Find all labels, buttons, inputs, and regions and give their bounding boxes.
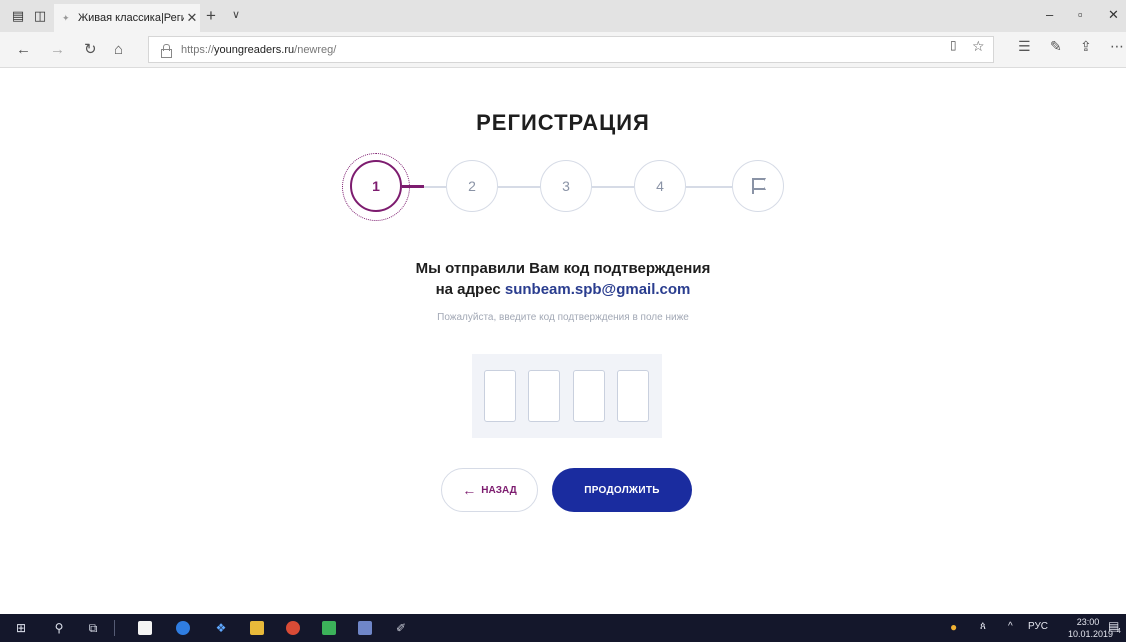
amazon-app-icon[interactable]: [136, 619, 154, 637]
continue-button[interactable]: ПРОДОЛЖИТЬ: [552, 468, 692, 512]
windows-taskbar: ⊞ ⚲ ⧉ ❖ ✐ ● ጰ ^ РУС 23:00 10.01.2019 ▤ 4: [0, 614, 1126, 642]
dropbox-icon[interactable]: ❖: [212, 619, 230, 637]
more-menu-icon[interactable]: ⋯: [1110, 38, 1124, 55]
favorite-star-icon[interactable]: ☆: [972, 38, 985, 55]
web-notes-icon[interactable]: ✎: [1050, 38, 1062, 55]
set-aside-tabs-icon[interactable]: ◫: [32, 8, 48, 24]
browser-tab-active[interactable]: ✦ Живая классика|Регист ✕: [54, 4, 200, 32]
code-digit-3[interactable]: [573, 370, 605, 422]
windows-start-icon[interactable]: ⊞: [12, 619, 30, 637]
code-digit-4[interactable]: [617, 370, 649, 422]
file-explorer-icon[interactable]: [248, 619, 266, 637]
site-favicon-icon: ✦: [62, 13, 70, 23]
flag-icon: [751, 178, 765, 194]
step-4: 4: [634, 160, 686, 212]
forward-arrow-icon[interactable]: →: [50, 41, 65, 59]
email-address: sunbeam.spb@gmail.com: [504, 281, 691, 298]
registration-stepper: 1 2 3 4: [0, 153, 1126, 224]
search-icon[interactable]: ⚲: [50, 619, 68, 637]
step-connector: [498, 186, 540, 188]
chrome-icon[interactable]: [284, 619, 302, 637]
task-view-icon[interactable]: ⧉: [84, 619, 102, 637]
url-scheme: https://: [181, 43, 215, 56]
tray-chevron-up-icon[interactable]: ^: [1008, 621, 1013, 632]
step-finish: [732, 160, 784, 212]
step-connector: [424, 186, 446, 188]
back-arrow-icon[interactable]: ←: [16, 41, 31, 59]
step-connector: [686, 186, 732, 188]
code-digit-2[interactable]: [528, 370, 560, 422]
step-2: 2: [446, 160, 498, 212]
tab-list-chevron-icon[interactable]: ∨: [232, 8, 240, 21]
message-line-2: на адрес sunbeam.spb@gmail.com: [0, 279, 1126, 300]
maximize-icon[interactable]: ▫: [1078, 7, 1083, 22]
home-icon[interactable]: ⌂: [114, 41, 123, 59]
back-button-label: НАЗАД: [481, 484, 517, 496]
green-app-icon[interactable]: [320, 619, 338, 637]
message-prefix: на адрес: [435, 281, 505, 298]
page-title: РЕГИСТРАЦИЯ: [476, 110, 650, 135]
url-host: youngreaders.ru: [214, 43, 295, 56]
code-hint: Пожалуйста, введите код подтверждения в …: [437, 312, 689, 323]
tab-sets-icon[interactable]: ▤: [10, 8, 26, 24]
url-path: /newreg/: [294, 43, 337, 56]
left-arrow-icon: ←: [462, 482, 477, 498]
continue-button-label: ПРОДОЛЖИТЬ: [584, 484, 660, 496]
step-3: 3: [540, 160, 592, 212]
new-tab-icon[interactable]: +: [206, 6, 216, 26]
favorites-hub-icon[interactable]: ☰: [1018, 38, 1031, 55]
reading-view-icon[interactable]: ▯: [950, 38, 957, 52]
address-bar[interactable]: https://youngreaders.ru/newreg/: [148, 36, 994, 63]
step-connector: [592, 186, 634, 188]
input-language[interactable]: РУС: [1028, 621, 1048, 632]
clock-date: 10.01.2019: [1068, 629, 1114, 639]
paint-app-icon[interactable]: ✐: [392, 619, 410, 637]
refresh-icon[interactable]: ↻: [84, 41, 97, 59]
browser-tab-bar: ▤ ◫ ✦ Живая классика|Регист ✕ + ∨ – ▫ ✕: [0, 0, 1126, 32]
step-1: 1: [350, 160, 402, 212]
message-line-1: Мы отправили Вам код подтверждения: [415, 260, 711, 277]
minimize-icon[interactable]: –: [1046, 7, 1053, 22]
browser-nav-bar: ← → ↻ ⌂ https://youngreaders.ru/newreg/ …: [0, 32, 1126, 68]
back-button[interactable]: ← НАЗАД: [441, 468, 538, 512]
close-tab-icon[interactable]: ✕: [184, 10, 200, 26]
clock-time: 23:00: [1076, 617, 1100, 627]
close-window-icon[interactable]: ✕: [1108, 7, 1119, 23]
help-tray-icon[interactable]: ●: [950, 620, 957, 634]
edge-browser-icon[interactable]: [174, 619, 192, 637]
confirmation-message: Мы отправили Вам код подтверждения на ад…: [0, 258, 1126, 300]
code-digit-1[interactable]: [484, 370, 516, 422]
people-tray-icon[interactable]: ጰ: [980, 621, 986, 632]
share-icon[interactable]: ⇪: [1080, 38, 1092, 55]
taskbar-separator: [114, 620, 115, 636]
notification-count: 4: [1117, 628, 1121, 635]
tab-title: Живая классика|Регист: [78, 12, 184, 24]
taskbar-clock[interactable]: 23:00 10.01.2019: [1068, 616, 1114, 640]
app-window-icon[interactable]: [356, 619, 374, 637]
lock-icon: [159, 43, 173, 58]
code-input-panel: [472, 354, 662, 438]
